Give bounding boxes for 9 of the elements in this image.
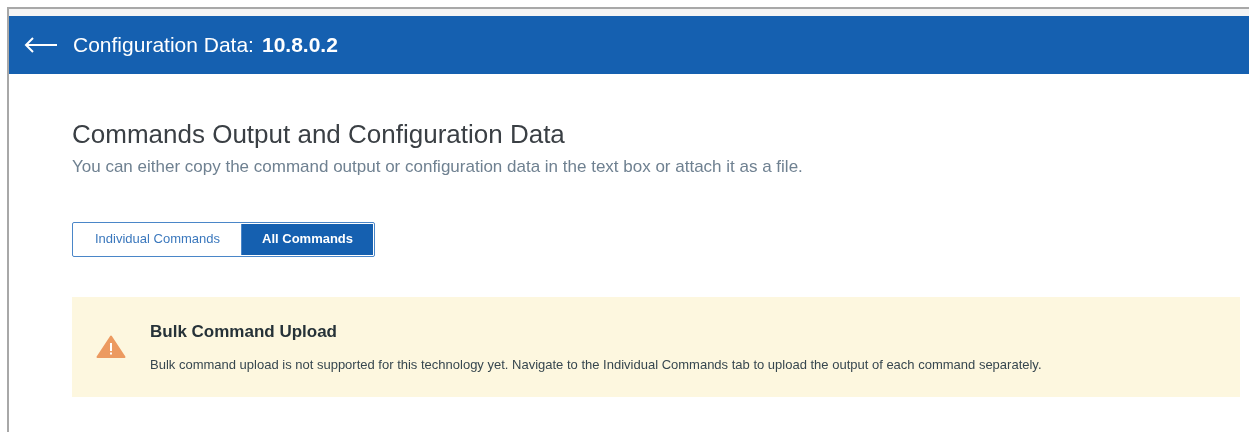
warning-icon [96, 334, 126, 359]
section-heading: Commands Output and Configuration Data [72, 118, 566, 150]
section-description: You can either copy the command output or configuration data in the text box or attach it as a file. [72, 156, 804, 178]
page-title: Configuration Data: [73, 32, 254, 59]
alert-title: Bulk Command Upload [150, 321, 338, 343]
back-arrow-icon [24, 37, 58, 53]
tab[interactable]: All Commands [242, 223, 374, 255]
device-address: 10.8.0.2 [261, 32, 338, 59]
alert-message: Bulk command upload is not supported for this technology yet. Navigate to the Individual Commands tab to upload the output of each command separately. [150, 355, 1042, 374]
